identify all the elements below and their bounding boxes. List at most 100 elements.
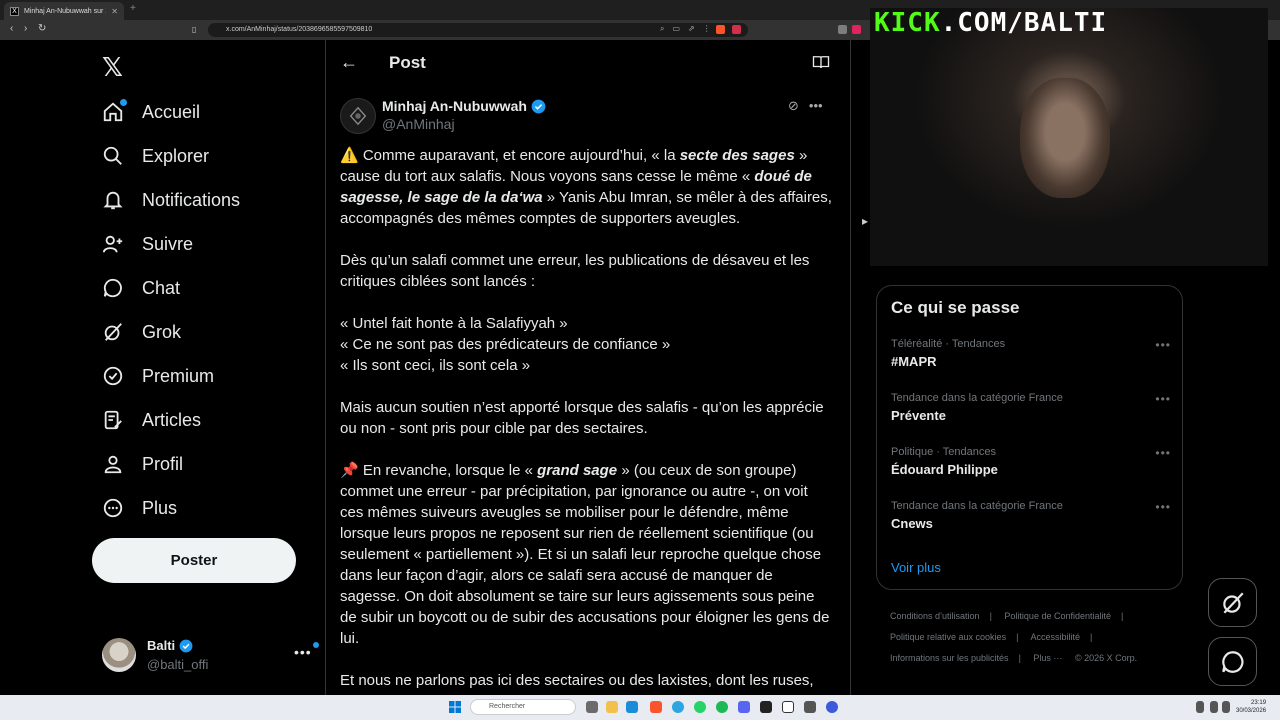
privacy-link[interactable]: Politique de Confidentialité <box>1004 611 1111 621</box>
more-options-icon[interactable]: ••• <box>1155 500 1171 514</box>
quote-line: « Untel fait honte à la Salafiyyah » <box>340 315 568 332</box>
notification-dot <box>120 99 127 106</box>
post-text: ⚠️ Comme auparavant, et encore aujourd’h… <box>340 145 834 695</box>
capcut-icon[interactable] <box>760 701 772 713</box>
webcam-overlay <box>870 8 1268 266</box>
chat-icon <box>1221 650 1243 673</box>
tray-icon[interactable] <box>1196 701 1204 713</box>
emphasis: secte des sages <box>679 147 795 164</box>
sidebar-item-label: Grok <box>142 321 182 342</box>
grok-floating-button[interactable] <box>1208 578 1257 627</box>
bookmark-icon[interactable]: ▯ <box>192 25 196 34</box>
zoom-icon[interactable]: ⌕ <box>660 24 664 34</box>
close-tab-icon[interactable]: ✕ <box>111 7 118 16</box>
extension-icon-2[interactable] <box>852 25 861 34</box>
trend-item[interactable]: Téléréalité · Tendances #MAPR ••• <box>891 338 1171 369</box>
sidebar-item-label: Profil <box>142 453 184 474</box>
file-explorer-icon[interactable] <box>606 701 618 713</box>
paragraph: Dès qu’un salafi commet une erreur, les … <box>340 252 810 290</box>
divider: | <box>1018 653 1021 663</box>
text-span: » (ou ceux de son groupe) commet une err… <box>340 462 830 647</box>
more-options-icon[interactable]: ••• <box>1155 338 1171 352</box>
screen-icon[interactable]: ▭ <box>672 24 680 34</box>
x-favicon-icon: X <box>10 6 19 16</box>
cookies-link[interactable]: Politique relative aux cookies <box>890 632 1006 642</box>
store-icon[interactable] <box>626 701 638 713</box>
discord-icon[interactable] <box>738 701 750 713</box>
trend-item[interactable]: Tendance dans la catégorie France Préven… <box>891 392 1171 423</box>
verified-icon <box>531 99 546 113</box>
accessibility-link[interactable]: Accessibilité <box>1030 632 1080 642</box>
forward-nav-icon[interactable]: › <box>24 23 27 34</box>
divider: | <box>1121 611 1124 621</box>
trend-name: Édouard Philippe <box>891 462 998 477</box>
windows-start-icon[interactable] <box>449 701 461 713</box>
account-more-icon[interactable]: ••• <box>294 644 312 660</box>
new-tab-icon[interactable]: + <box>130 3 136 14</box>
more-options-icon[interactable]: ••• <box>809 98 823 114</box>
telegram-icon[interactable] <box>672 701 684 713</box>
grok-icon[interactable]: ⊘ <box>788 98 799 114</box>
author-name: Minhaj An-Nubuwwah <box>382 98 527 114</box>
task-view-icon[interactable] <box>586 701 598 713</box>
author-name-row[interactable]: Minhaj An-Nubuwwah <box>382 98 546 114</box>
rewards-icon[interactable] <box>732 25 741 34</box>
back-nav-icon[interactable]: ‹ <box>10 23 13 34</box>
notion-icon[interactable] <box>782 701 794 713</box>
sidebar-item-articles[interactable]: Articles <box>102 402 201 438</box>
sidebar-item-notifications[interactable]: Notifications <box>102 182 240 218</box>
back-arrow-icon[interactable]: ← <box>340 52 358 73</box>
share-icon[interactable]: ⇗ <box>688 24 695 34</box>
terms-link[interactable]: Conditions d’utilisation <box>890 611 980 621</box>
trend-item[interactable]: Tendance dans la catégorie France Cnews … <box>891 500 1171 531</box>
app-icon[interactable] <box>826 701 838 713</box>
extension-icon-1[interactable] <box>838 25 847 34</box>
network-icon[interactable] <box>1210 701 1218 713</box>
sidebar-item-label: Articles <box>142 409 202 430</box>
brave-icon[interactable] <box>650 701 662 713</box>
reader-mode-icon[interactable] <box>812 54 830 70</box>
mosque-logo-icon <box>349 106 367 126</box>
follow-icon <box>102 233 124 255</box>
trend-category: Téléréalité · Tendances <box>891 338 1006 350</box>
ads-info-link[interactable]: Informations sur les publicités <box>890 653 1009 663</box>
account-switcher[interactable]: Balti @balti_offi ••• <box>102 638 319 678</box>
x-logo-icon[interactable]: 𝕏 <box>102 52 123 83</box>
sidebar-item-chat[interactable]: Chat <box>102 270 180 306</box>
trend-name: #MAPR <box>891 354 937 369</box>
quote-line: « Ce ne sont pas des prédicateurs de con… <box>340 336 671 353</box>
more-options-icon[interactable]: ••• <box>1155 392 1171 406</box>
sidebar-item-accueil[interactable]: Accueil <box>102 94 200 130</box>
sidebar-item-premium[interactable]: Premium <box>102 358 214 394</box>
reload-icon[interactable]: ↻ <box>38 23 46 34</box>
post-button[interactable]: Poster <box>92 538 296 583</box>
author-handle[interactable]: @AnMinhaj <box>382 116 455 132</box>
taskbar-clock[interactable]: 23:19 30/03/2026 <box>1236 699 1266 715</box>
whatsapp-icon[interactable] <box>694 701 706 713</box>
volume-icon[interactable] <box>1222 701 1230 713</box>
more-options-icon[interactable]: ••• <box>1155 446 1171 460</box>
sidebar-item-suivre[interactable]: Suivre <box>102 226 193 262</box>
trend-item[interactable]: Politique · Tendances Édouard Philippe •… <box>891 446 1171 477</box>
text-span: ⚠️ Comme auparavant, et encore aujourd’h… <box>340 147 680 164</box>
more-link[interactable]: Plus ··· <box>1033 653 1062 663</box>
account-name: Balti <box>147 638 176 653</box>
sidebar-item-grok[interactable]: Grok <box>102 314 181 350</box>
quote-list: « Untel fait honte à la Salafiyyah » « C… <box>340 313 834 376</box>
sidebar-item-profil[interactable]: Profil <box>102 446 183 482</box>
author-avatar[interactable] <box>340 98 376 134</box>
sidebar-item-explorer[interactable]: Explorer <box>102 138 209 174</box>
brave-shield-icon[interactable] <box>716 25 725 34</box>
account-handle: @balti_offi <box>147 657 209 672</box>
browser-tab[interactable]: X Minhaj An-Nubuwwah sur X : "⚠ ✕ <box>4 2 124 20</box>
show-more-link[interactable]: Voir plus <box>891 560 941 575</box>
taskbar-search-input[interactable]: Rechercher <box>470 699 576 715</box>
sidebar-item-label: Notifications <box>142 189 241 210</box>
spotify-icon[interactable] <box>716 701 728 713</box>
obs-icon[interactable] <box>804 701 816 713</box>
chat-floating-button[interactable] <box>1208 637 1257 686</box>
sidebar-item-label: Explorer <box>142 145 210 166</box>
extension-icon[interactable]: ⋮ <box>703 24 711 34</box>
clock-date: 30/03/2026 <box>1236 708 1267 714</box>
sidebar-item-plus[interactable]: Plus <box>102 490 177 526</box>
